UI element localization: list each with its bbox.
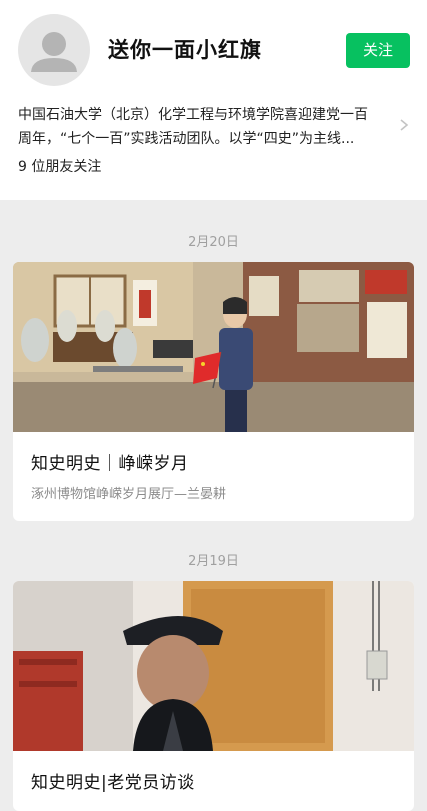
description-line: 中国石油大学（北京）化学工程与环境学院喜迎建党一百: [18, 107, 368, 123]
post-date: 2月19日: [188, 554, 239, 569]
post-card[interactable]: 知史明史｜峥嵘岁月 涿州博物馆峥嵘岁月展厅—兰晏耕: [13, 262, 414, 521]
chevron-right-icon[interactable]: [397, 118, 411, 132]
post-title[interactable]: 知史明史｜峥嵘岁月: [31, 449, 189, 474]
post-date: 2月20日: [188, 235, 239, 250]
post-title[interactable]: 知史明史|老党员访谈: [31, 768, 195, 793]
elder-interview-thumbnail[interactable]: [13, 581, 414, 751]
account-avatar[interactable]: [18, 14, 90, 86]
post-subtitle: 涿州博物馆峥嵘岁月展厅—兰晏耕: [31, 487, 227, 502]
friends-following-count: 9 位朋友关注: [18, 159, 102, 175]
museum-video-thumbnail[interactable]: [13, 262, 414, 432]
default-avatar-icon: [31, 32, 77, 72]
post-card[interactable]: 知史明史|老党员访谈: [13, 581, 414, 811]
description-line: 周年，“七个一百”实践活动团队。以学“四史”为主线...: [18, 131, 355, 147]
account-name: 送你一面小红旗: [108, 38, 262, 62]
account-description[interactable]: 中国石油大学（北京）化学工程与环境学院喜迎建党一百 周年，“七个一百”实践活动团…: [18, 103, 390, 151]
account-profile-header: 送你一面小红旗 关注 中国石油大学（北京）化学工程与环境学院喜迎建党一百 周年，…: [0, 0, 427, 200]
follow-button[interactable]: 关注: [346, 33, 410, 68]
